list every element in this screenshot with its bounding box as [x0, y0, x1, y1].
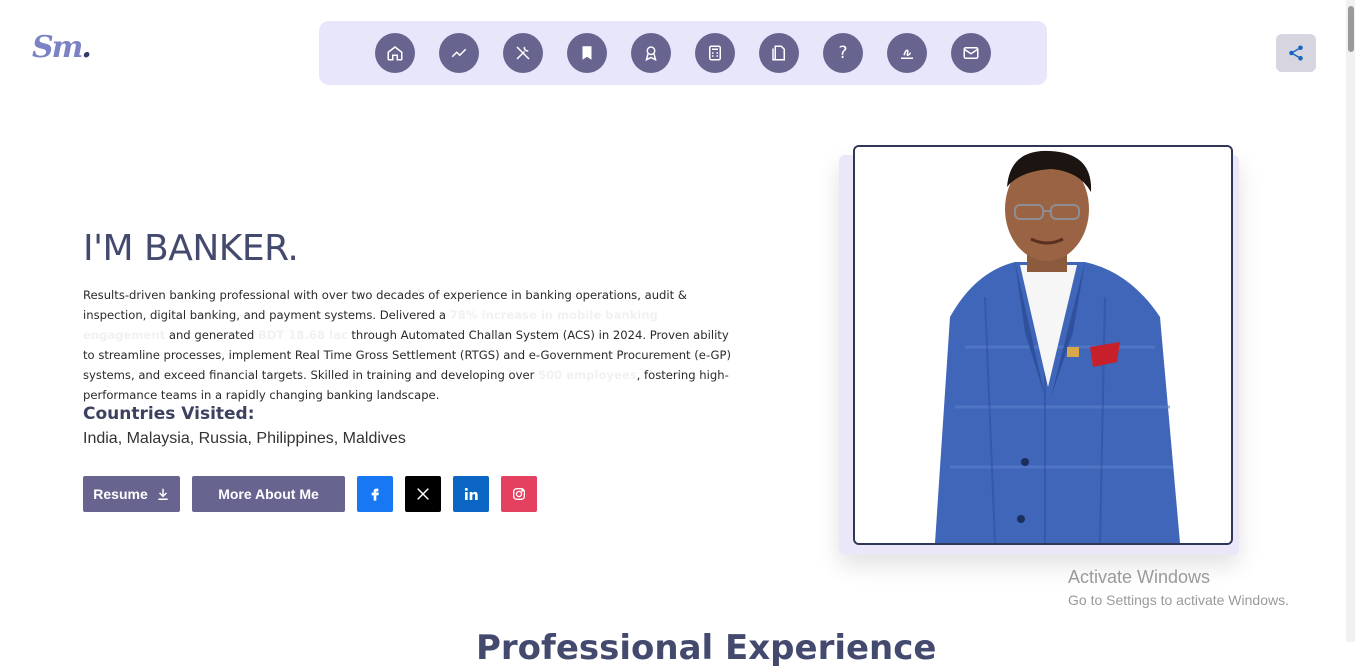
- trend-icon: [451, 48, 467, 58]
- nav-calculator-button[interactable]: [695, 33, 735, 73]
- x-link[interactable]: [405, 476, 441, 512]
- nav-home-button[interactable]: [375, 33, 415, 73]
- nav-tools-button[interactable]: [503, 33, 543, 73]
- nav-documents-button[interactable]: [759, 33, 799, 73]
- nav-trend-button[interactable]: [439, 33, 479, 73]
- top-navigation: ?: [319, 21, 1047, 85]
- tools-icon: [516, 46, 530, 60]
- nav-signature-button[interactable]: [887, 33, 927, 73]
- profile-photo: [853, 145, 1233, 545]
- share-button[interactable]: [1276, 34, 1316, 72]
- activate-windows-title: Activate Windows: [1068, 567, 1211, 587]
- section-heading-experience: Professional Experience: [476, 628, 937, 668]
- person-portrait-image: [855, 147, 1231, 543]
- linkedin-link[interactable]: [453, 476, 489, 512]
- download-icon: [158, 488, 168, 500]
- scrollbar-track[interactable]: [1346, 0, 1355, 642]
- home-icon: [387, 46, 403, 61]
- resume-button-label: Resume: [93, 486, 148, 502]
- more-about-me-label: More About Me: [218, 486, 319, 502]
- mail-icon: [963, 47, 979, 59]
- signature-icon: [901, 49, 913, 59]
- instagram-link[interactable]: [501, 476, 537, 512]
- activate-windows-subtitle: Go to Settings to activate Windows.: [1068, 592, 1289, 608]
- help-icon: ?: [838, 43, 848, 63]
- site-logo[interactable]: Sm.: [32, 30, 92, 65]
- scrollbar-thumb[interactable]: [1348, 6, 1354, 52]
- hero-bio: Results-driven banking professional with…: [83, 288, 732, 402]
- bookmark-icon: [582, 46, 592, 60]
- calculator-icon: [709, 45, 721, 61]
- documents-icon: [772, 45, 785, 61]
- more-about-me-button[interactable]: More About Me: [192, 476, 345, 512]
- hero-headline: I'M BANKER.: [83, 228, 299, 269]
- facebook-icon: [371, 488, 379, 501]
- bio-highlight-employees: 500 employees: [538, 368, 637, 382]
- nav-help-button[interactable]: ?: [823, 33, 863, 73]
- award-icon: [645, 46, 657, 62]
- nav-award-button[interactable]: [631, 33, 671, 73]
- facebook-link[interactable]: [357, 476, 393, 512]
- nav-mail-button[interactable]: [951, 33, 991, 73]
- x-icon: [417, 488, 429, 500]
- linkedin-icon: [464, 487, 478, 500]
- nav-bookmark-button[interactable]: [567, 33, 607, 73]
- resume-button[interactable]: Resume: [83, 476, 180, 512]
- windows-activation-watermark: Activate Windows Go to Settings to activ…: [1068, 567, 1289, 608]
- countries-title: Countries Visited:: [83, 404, 255, 424]
- countries-list: India, Malaysia, Russia, Philippines, Ma…: [83, 430, 406, 447]
- share-icon: [1289, 45, 1303, 61]
- bio-highlight-revenue: BDT 18.68 lac: [257, 328, 348, 342]
- instagram-icon: [513, 488, 525, 500]
